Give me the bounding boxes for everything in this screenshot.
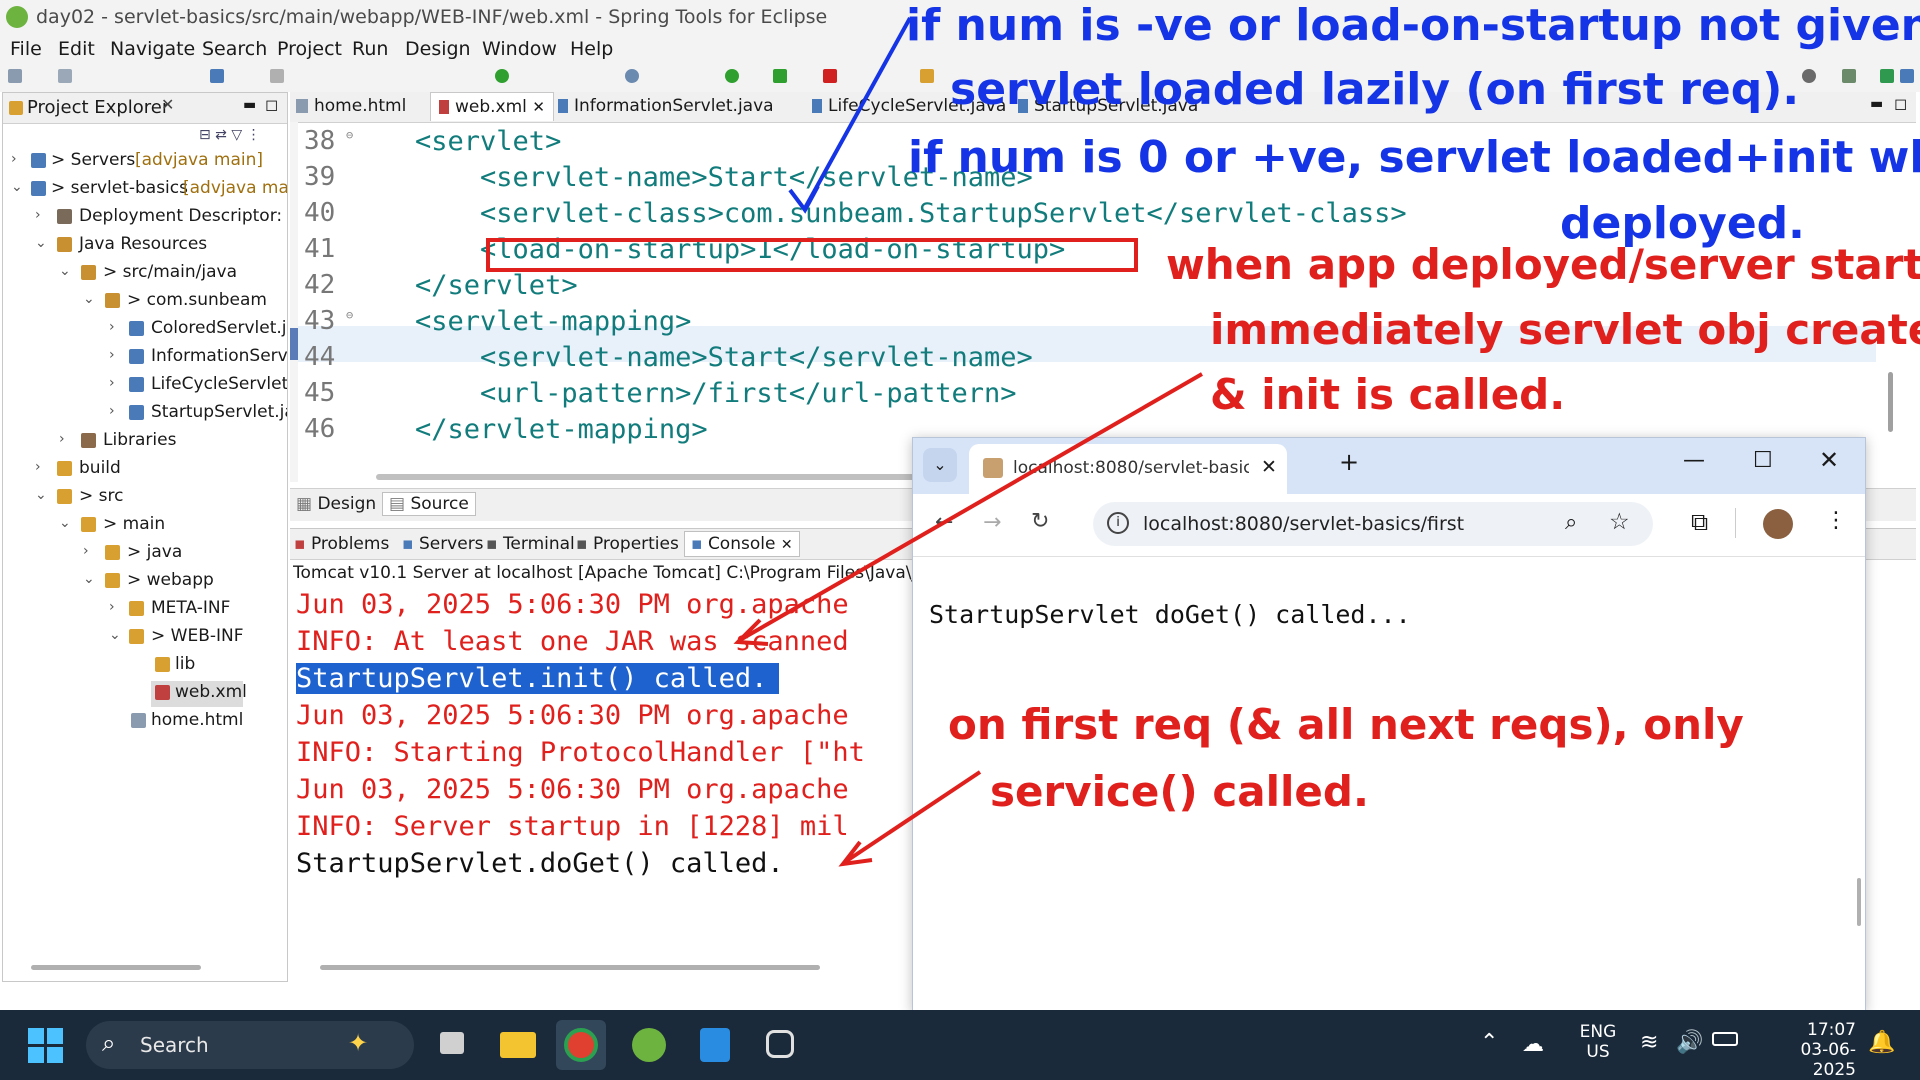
vscode-icon[interactable] [690, 1020, 740, 1070]
red-arrow-init [733, 372, 1203, 646]
taskbar: ⌕ Search ✦ ⌃ ☁ ENG US ≋ 🔊 17:07 03-06-20… [0, 1010, 1920, 1080]
clock[interactable]: 17:07 03-06-2025 [1760, 1020, 1856, 1080]
language-label: ENG [1579, 1022, 1617, 1042]
language-indicator[interactable]: ENG US [1578, 1022, 1618, 1062]
search-icon: ⌕ [102, 1029, 116, 1057]
taskbar-search-placeholder: Search [140, 1033, 209, 1057]
red-arrow-doget [838, 770, 982, 867]
notification-icon[interactable]: 🔔 [1868, 1030, 1895, 1055]
blue-arrow [788, 17, 912, 214]
chrome-icon[interactable] [556, 1020, 606, 1070]
region-label: US [1586, 1042, 1610, 1062]
taskbar-search-box[interactable]: ⌕ Search ✦ [86, 1021, 414, 1069]
task-view-icon[interactable] [428, 1020, 478, 1070]
onedrive-icon[interactable]: ☁ [1522, 1032, 1544, 1057]
volume-icon[interactable]: 🔊 [1676, 1030, 1703, 1055]
show-hidden-icons-chevron-icon[interactable]: ⌃ [1480, 1030, 1498, 1055]
battery-icon[interactable] [1712, 1032, 1738, 1046]
clock-date: 03-06-2025 [1800, 1040, 1856, 1080]
spring-tools-icon[interactable] [624, 1020, 674, 1070]
wifi-icon[interactable]: ≋ [1640, 1030, 1658, 1055]
annotation-arrows [733, 17, 1203, 867]
copilot-sparkle-icon: ✦ [348, 1029, 369, 1057]
file-explorer-icon[interactable] [492, 1020, 542, 1070]
screen-capture-icon[interactable] [756, 1020, 806, 1070]
windows-start-icon[interactable] [28, 1028, 64, 1064]
clock-time: 17:07 [1807, 1020, 1856, 1040]
